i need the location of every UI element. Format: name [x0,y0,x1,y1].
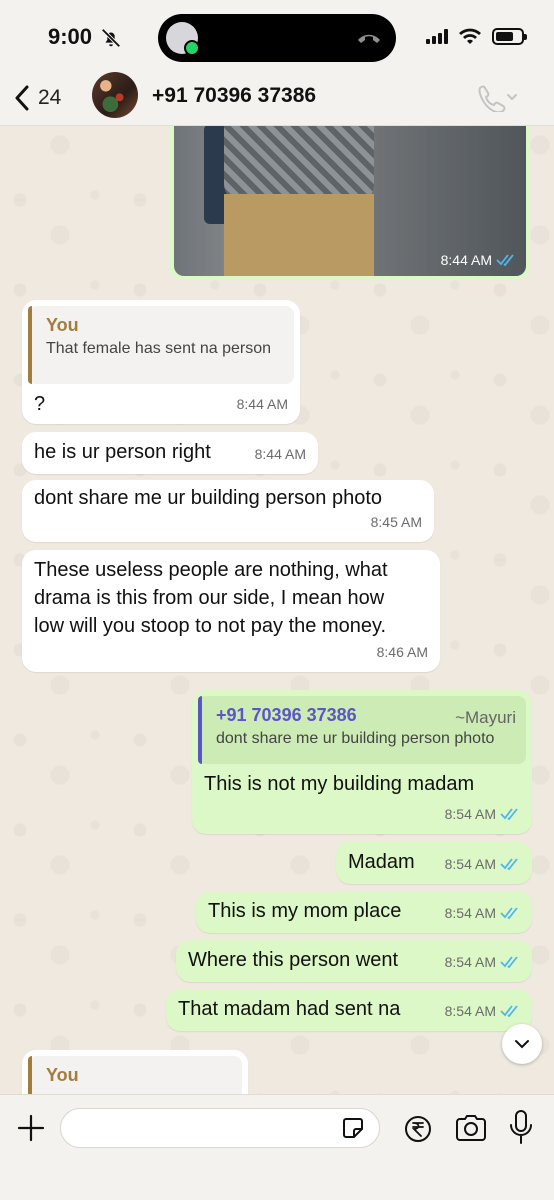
read-ticks-icon [500,1005,518,1017]
read-ticks-icon [496,254,514,266]
status-bar: 9:00 [0,0,554,70]
message-meta: 8:44 AM [255,440,306,468]
dynamic-island[interactable] [158,14,396,62]
quote-author: You [46,1065,79,1085]
read-ticks-icon [500,858,518,870]
message-meta: 8:44 AM [237,390,288,418]
message-time: 8:54 AM [444,856,496,872]
clock: 9:00 [48,24,93,49]
message-text-line: low will you stoop to not pay the money. [34,615,387,637]
sticker-icon[interactable] [340,1115,366,1141]
message-bubble-incoming[interactable]: You That female has sent na person ? 8:4… [22,300,300,424]
message-time: 8:44 AM [440,252,492,268]
message-meta: 8:46 AM [377,638,428,666]
unread-count: 24 [38,86,62,109]
message-text: This is my mom place [208,900,402,922]
message-text: Where this person went [188,949,399,971]
message-meta: 8:44 AM [441,252,516,268]
battery-icon [492,27,527,45]
message-meta: 8:54 AM [445,997,520,1025]
message-time: 8:54 AM [444,806,496,822]
signal-icon [426,28,448,44]
message-bubble-outgoing[interactable]: Where this person went 8:54 AM [176,940,532,982]
message-time: 8:44 AM [236,396,288,412]
scroll-to-bottom-button[interactable] [502,1024,542,1064]
message-time: 8:54 AM [444,954,496,970]
message-text: Madam [348,851,415,873]
chevron-down-icon [515,1040,529,1049]
message-bubble-outgoing[interactable]: This is my mom place 8:54 AM [196,891,532,933]
phone-icon[interactable] [476,84,520,112]
quote-alias: ~Mayuri [455,708,516,727]
read-ticks-icon [500,808,518,820]
message-time: 8:44 AM [254,446,306,462]
message-time: 8:54 AM [444,1003,496,1019]
message-text-line: drama is this from our side, I mean how [34,587,385,609]
message-time: 8:46 AM [376,644,428,660]
composer-bar [0,1094,554,1200]
back-button[interactable]: 24 [14,80,61,116]
message-text: This is not my building madam [204,773,475,795]
quoted-message[interactable]: +91 70396 37386 ~Mayuri dont share me ur… [198,696,526,764]
message-meta: 8:54 AM [445,899,520,927]
camera-icon[interactable] [454,1113,488,1143]
message-meta: 8:54 AM [445,850,520,878]
back-chevron-icon [15,85,29,111]
read-ticks-icon [500,956,518,968]
message-bubble-incoming[interactable]: dont share me ur building person photo 8… [22,480,434,542]
wifi-icon [459,28,481,44]
quote-author: You [46,315,79,335]
call-avatar-icon [166,22,200,56]
message-bubble-outgoing[interactable]: Madam 8:54 AM [336,842,532,884]
message-meta: 8:54 AM [445,948,520,976]
message-text: That madam had sent na [178,998,401,1020]
message-bubble-outgoing[interactable]: That madam had sent na 8:54 AM [166,989,532,1031]
message-time: 8:45 AM [370,514,422,530]
mic-icon[interactable] [508,1109,534,1145]
image-message[interactable]: 8:44 AM [170,110,530,280]
read-ticks-icon [500,907,518,919]
quote-text: That female has sent na person [46,340,272,357]
hangup-icon [358,34,380,43]
quoted-message[interactable]: You That female has sent na person [28,306,294,384]
plus-icon[interactable] [16,1113,46,1143]
bell-off-icon [101,28,121,48]
message-input[interactable] [60,1108,380,1148]
message-bubble-outgoing[interactable]: +91 70396 37386 ~Mayuri dont share me ur… [192,690,532,834]
message-text: he is ur person right [34,441,211,463]
message-meta: 8:54 AM [445,800,520,828]
message-text-line: These useless people are nothing, what [34,559,388,581]
message-bubble-incoming[interactable]: he is ur person right 8:44 AM [22,432,318,474]
message-text: dont share me ur building person photo [34,487,383,509]
contact-name[interactable]: +91 70396 37386 [152,84,316,108]
avatar[interactable] [92,72,138,118]
chat-header: 24 +91 70396 37386 [0,70,554,126]
message-bubble-incoming[interactable]: These useless people are nothing, what d… [22,550,440,672]
message-meta: 8:45 AM [371,508,422,536]
rupee-icon[interactable] [404,1115,432,1143]
message-time: 8:54 AM [444,905,496,921]
